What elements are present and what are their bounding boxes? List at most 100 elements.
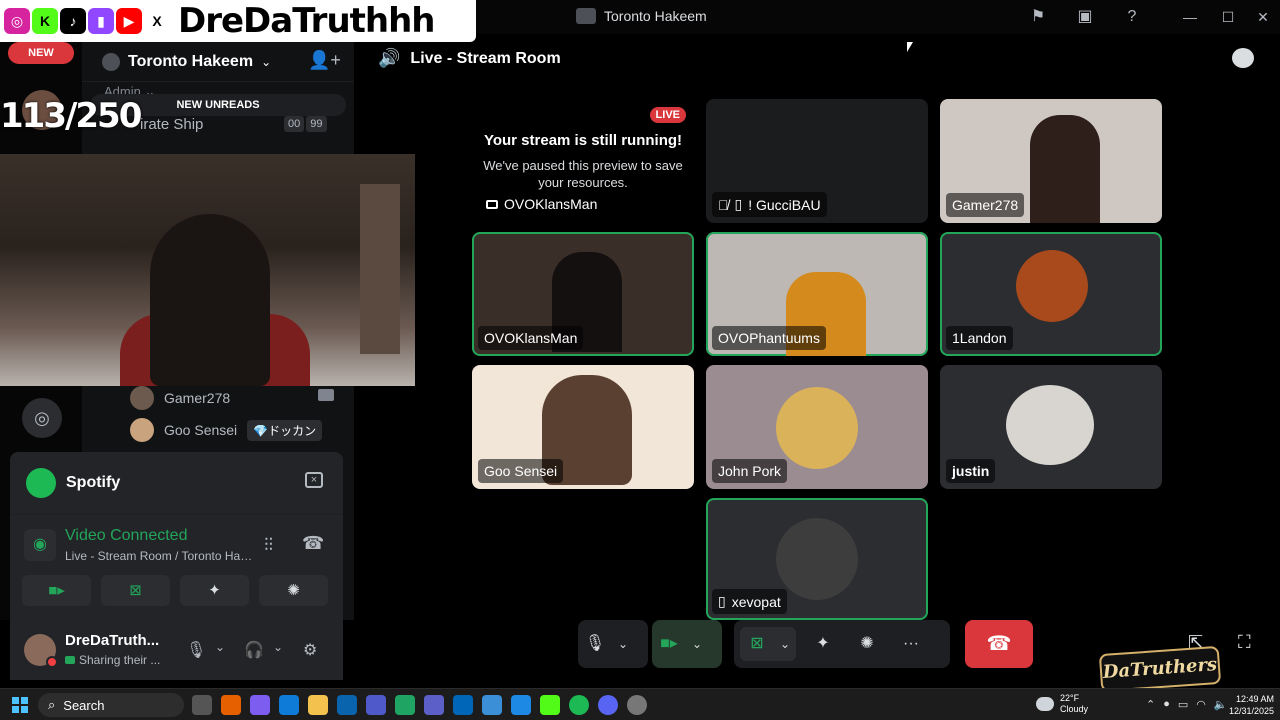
fullscreen-icon[interactable]: ⛶ <box>1238 632 1251 653</box>
tile-label: OVOPhantuums <box>712 326 826 350</box>
spotify-icon[interactable] <box>569 695 589 715</box>
voice-member[interactable]: Gamer278 <box>130 386 230 410</box>
spotify-activity[interactable]: Spotify × <box>10 452 343 514</box>
activities-button[interactable]: ✦ <box>180 575 249 606</box>
wifi-icon[interactable]: ◠ <box>1196 698 1206 711</box>
participant-tile[interactable]: 🎙̸ ▯ ! GucciBAU <box>706 99 928 223</box>
tile-label: 1Landon <box>946 326 1013 350</box>
live-badge: LIVE <box>649 107 686 123</box>
tile-name: OVOKlansMan <box>484 330 578 346</box>
more-icon[interactable]: ··· <box>894 627 928 661</box>
participant-tile[interactable]: Gamer278 <box>940 99 1162 223</box>
gear-icon[interactable]: ⚙ <box>303 640 317 660</box>
clock[interactable]: 12:49 AM 12/31/2025 <box>1222 693 1274 717</box>
close-button[interactable]: ✕ <box>1248 6 1278 28</box>
tile-label: ▯ xevopat <box>712 589 787 614</box>
twitch-icon: ▮ <box>88 8 114 34</box>
disconnect-button[interactable]: ☎ <box>965 620 1033 668</box>
camera-controls: ■▸ ⌄ <box>652 620 722 668</box>
outlook-icon[interactable] <box>337 695 357 715</box>
photos-icon[interactable] <box>511 695 531 715</box>
microphone-icon[interactable]: 🎙 <box>186 640 206 660</box>
channel-header: 🔊 Live - Stream Room <box>378 48 561 69</box>
clock-date: 12/31/2025 <box>1228 706 1274 716</box>
maximize-button[interactable]: ☐ <box>1213 6 1243 28</box>
headphones-icon[interactable]: 🎧 <box>244 640 264 660</box>
camera-button[interactable]: ■▸ <box>22 575 91 606</box>
user-name[interactable]: DreDaTruth... <box>65 632 159 649</box>
chevron-down-icon[interactable]: ⌄ <box>215 640 225 654</box>
screen-share-icon[interactable]: ⊠ <box>740 627 774 661</box>
participant-tile[interactable]: John Pork <box>706 365 928 489</box>
participant-tile[interactable]: Goo Sensei <box>472 365 694 489</box>
member-name: Goo Sensei <box>164 422 238 438</box>
channel-pirate-ship[interactable]: irate Ship <box>140 116 203 133</box>
obs-icon[interactable] <box>627 695 647 715</box>
clock-time: 12:49 AM <box>1235 694 1274 704</box>
webcam-door <box>360 184 400 354</box>
kick-icon[interactable] <box>540 695 560 715</box>
stop-stream-icon[interactable]: × <box>305 472 323 488</box>
file-explorer-icon[interactable] <box>308 695 328 715</box>
chevron-down-icon[interactable]: ⌄ <box>686 627 708 661</box>
voice-channel-path[interactable]: Live - Stream Room / Toronto Hakeem <box>65 549 255 563</box>
avatar <box>130 418 154 442</box>
tile-label: Goo Sensei <box>478 459 564 483</box>
participant-tile[interactable]: OVOPhantuums <box>706 232 928 356</box>
inbox-icon[interactable]: ▣ <box>1075 7 1095 27</box>
noise-suppression-icon[interactable]: ⫶⫶ <box>264 535 273 556</box>
windows-start-icon[interactable] <box>12 697 28 713</box>
weather-widget[interactable]: 22°F Cloudy <box>1036 693 1088 715</box>
chevron-down-icon[interactable]: ⌄ <box>273 640 283 654</box>
webcam-overlay <box>0 154 415 386</box>
chevron-down-icon[interactable]: ⌄ <box>612 627 634 661</box>
app-icon[interactable] <box>395 695 415 715</box>
firefox-icon[interactable] <box>221 695 241 715</box>
camera-icon[interactable]: ■▸ <box>652 627 686 661</box>
app-icon[interactable] <box>482 695 502 715</box>
store-icon[interactable] <box>453 695 473 715</box>
share-controls: ⊠ ⌄ ✦ ✺ ··· <box>734 620 950 668</box>
invite-people-icon[interactable]: 👤+ <box>308 50 341 71</box>
discord-icon[interactable] <box>598 695 618 715</box>
stream-preview-paused[interactable]: LIVE Your stream is still running! We've… <box>472 99 694 223</box>
participant-tile[interactable]: 1Landon <box>940 232 1162 356</box>
social-overlay: ◎ K ♪ ▮ ▶ X DreDaTruthhh <box>0 0 476 42</box>
microphone-icon[interactable]: 🎙 <box>578 627 612 661</box>
chat-icon[interactable] <box>1232 48 1254 68</box>
participant-tile[interactable]: justin <box>940 365 1162 489</box>
minimize-button[interactable]: — <box>1175 6 1205 28</box>
participant-tile[interactable]: OVOKlansMan <box>472 232 694 356</box>
activities-icon[interactable]: ✦ <box>806 627 840 661</box>
screen-share-button[interactable]: ⊠ <box>101 575 170 606</box>
app-tray-icon[interactable]: ● <box>1163 698 1170 711</box>
edge-icon[interactable] <box>279 695 299 715</box>
stream-notice-body: We've paused this preview to save your r… <box>483 158 683 190</box>
flag-icon[interactable]: ⚑ <box>1028 7 1048 27</box>
taskbar-search[interactable]: ⌕ Search <box>38 693 184 717</box>
signal-icon[interactable]: ◉ <box>24 529 56 561</box>
teams-icon[interactable] <box>366 695 386 715</box>
tile-name: justin <box>952 463 990 479</box>
copilot-icon[interactable] <box>250 695 270 715</box>
display-icon[interactable]: ▭ <box>1178 698 1188 711</box>
voice-connection-panel: ◉ Video Connected Live - Stream Room / T… <box>10 514 343 620</box>
soundboard-icon[interactable]: ✺ <box>850 627 884 661</box>
user-panel: DreDaTruth... Sharing their ... 🎙 ⌄ 🎧 ⌄ … <box>10 620 343 680</box>
help-icon[interactable]: ? <box>1122 7 1142 27</box>
channel-title: Live - Stream Room <box>410 49 561 67</box>
voice-member[interactable]: Goo Sensei 💎ドッカン <box>130 418 323 442</box>
soundboard-button[interactable]: ✺ <box>259 575 328 606</box>
voice-status[interactable]: Video Connected <box>65 527 187 545</box>
taskbar: ⌕ Search 22°F Cloudy ⌃ ● ▭ ◠ 🔈 12:49 AM <box>0 688 1280 720</box>
disconnect-icon[interactable]: ☎ <box>302 533 324 554</box>
discover-icon[interactable]: ◎ <box>22 398 62 438</box>
chevron-up-icon[interactable]: ⌃ <box>1146 698 1155 711</box>
avatar <box>776 518 858 600</box>
search-icon: ⌕ <box>48 697 56 712</box>
screen-icon <box>65 656 75 664</box>
app-icon[interactable] <box>424 695 444 715</box>
task-view-icon[interactable] <box>192 695 212 715</box>
participant-tile[interactable]: ▯ xevopat <box>706 498 928 620</box>
chevron-down-icon[interactable]: ⌄ <box>774 627 796 661</box>
